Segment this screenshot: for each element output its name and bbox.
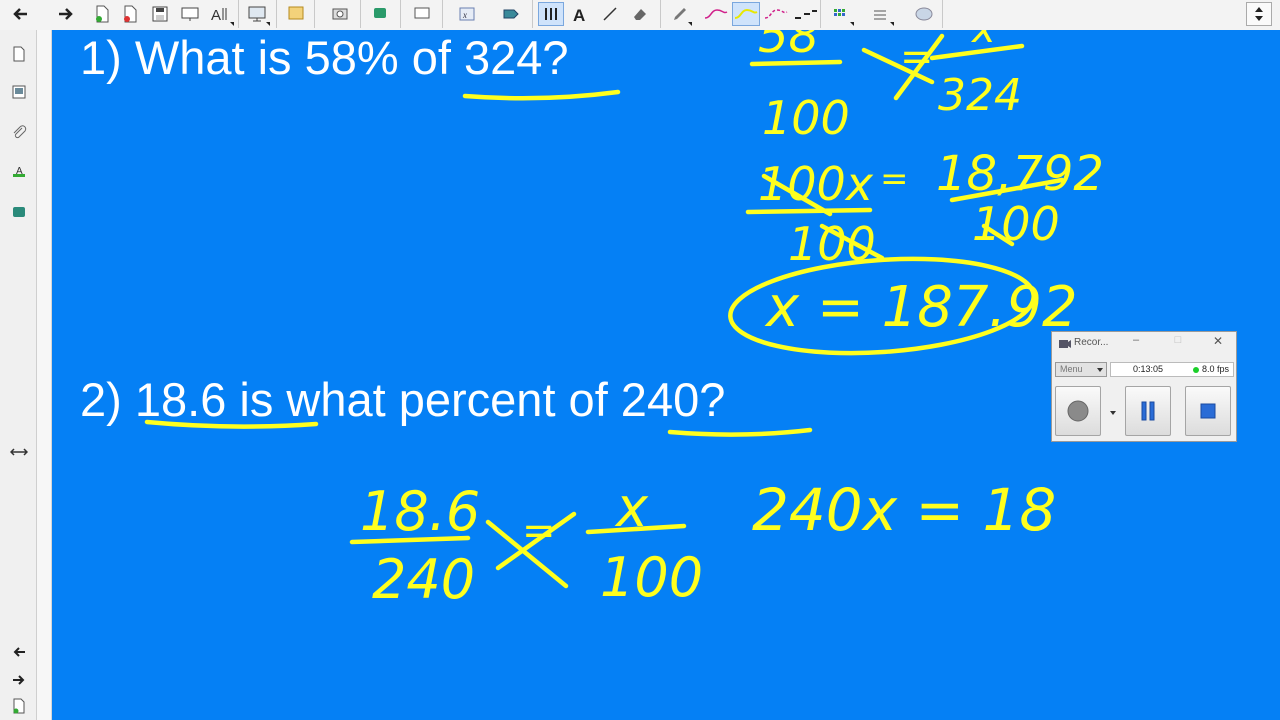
back-arrow-icon[interactable] — [8, 2, 32, 26]
save-icon[interactable] — [148, 2, 172, 26]
p2-right-fraction-bar — [585, 523, 687, 535]
pen-icon[interactable] — [668, 2, 692, 26]
grid-icon[interactable] — [828, 2, 854, 26]
select-icon[interactable] — [538, 2, 564, 26]
properties-icon[interactable]: A — [7, 160, 31, 184]
recorder-app-icon — [1059, 340, 1071, 348]
menu-dropdown[interactable]: Menu — [1055, 362, 1107, 377]
p1-step-left-bar — [745, 207, 873, 215]
underline-18-6-is — [144, 419, 319, 429]
p2-step: 240x = 18 — [752, 476, 1056, 544]
display-icon[interactable] — [244, 2, 270, 26]
underline-240 — [667, 427, 813, 437]
record-button[interactable] — [1055, 386, 1116, 436]
screen-shade-icon[interactable] — [178, 2, 202, 26]
p1-step-equals: = — [880, 159, 909, 199]
main-toolbar: A x A — [0, 0, 1280, 31]
magenta-line-icon[interactable] — [702, 2, 730, 26]
fps-readout: 8.0 fps — [1202, 364, 1230, 374]
p2-numerator: 18.6 — [360, 480, 480, 543]
fill-icon[interactable] — [912, 2, 936, 26]
minimize-button[interactable]: – — [1126, 334, 1146, 346]
recorder-title: Recor... — [1074, 337, 1109, 348]
attachments-icon[interactable] — [7, 120, 31, 144]
add-ons-icon[interactable] — [7, 200, 31, 224]
stop-button[interactable] — [1185, 386, 1231, 436]
text-tool-icon[interactable]: A — [568, 2, 592, 26]
svg-text:A: A — [573, 6, 585, 22]
panel-splitter[interactable] — [37, 30, 52, 720]
p1-step-divisor-right: 100 — [972, 197, 1060, 251]
gallery-icon[interactable] — [7, 80, 31, 104]
camera-icon[interactable] — [328, 2, 352, 26]
pause-button[interactable] — [1125, 386, 1171, 436]
scroll-arrow-icon[interactable] — [1246, 2, 1272, 26]
p2-denominator: 240 — [372, 548, 475, 611]
resize-arrows-icon[interactable] — [7, 440, 31, 464]
elapsed-time: 0:13:05 — [1133, 364, 1164, 374]
color-swatch-icon[interactable] — [868, 2, 894, 26]
forward-arrow-icon[interactable] — [54, 2, 78, 26]
window-icon[interactable] — [410, 2, 434, 26]
eraser-icon[interactable] — [628, 2, 652, 26]
p1-denominator: 100 — [762, 91, 850, 145]
chevron-down-icon[interactable] — [1110, 411, 1116, 415]
maximize-button[interactable]: □ — [1168, 334, 1188, 346]
yellow-highlighter-icon[interactable] — [732, 2, 760, 26]
add-page-icon[interactable] — [7, 694, 31, 718]
svg-text:A: A — [211, 7, 221, 23]
delete-page-icon[interactable] — [118, 2, 142, 26]
new-page-icon[interactable] — [90, 2, 114, 26]
menu-label: Menu — [1060, 364, 1083, 374]
forward-arrow-icon[interactable] — [7, 668, 31, 692]
shapes-icon[interactable] — [498, 2, 524, 26]
back-arrow-icon[interactable] — [7, 640, 31, 664]
p1-left-fraction-bar — [749, 59, 843, 67]
checklist-icon[interactable] — [284, 2, 308, 26]
p1-step-right: 18,792 — [936, 146, 1104, 202]
p1-numerator: 58 — [758, 30, 819, 64]
svg-text:A: A — [16, 166, 23, 177]
dashed-line-icon[interactable] — [762, 2, 790, 26]
status-bar: 0:13:05 8.0 fps — [1110, 362, 1234, 377]
pause-icon — [1141, 401, 1155, 421]
chevron-down-icon — [1097, 368, 1103, 372]
math-icon[interactable]: x — [454, 2, 480, 26]
text-recognition-icon[interactable]: A — [208, 2, 234, 26]
add-on-icon[interactable] — [368, 2, 392, 26]
stop-icon — [1200, 403, 1216, 419]
underline-324 — [462, 89, 621, 101]
dash-dot-line-icon[interactable] — [792, 2, 820, 26]
page-sorter-icon[interactable] — [7, 42, 31, 66]
recorder-window: Recor... – □ ✕ Menu 0:13:05 8.0 fps — [1051, 331, 1237, 442]
line-icon[interactable] — [598, 2, 622, 26]
svg-text:x: x — [462, 10, 467, 20]
side-tab-bar: A — [0, 30, 37, 720]
p1-right-denominator: 324 — [938, 70, 1022, 121]
record-icon — [1067, 400, 1089, 422]
close-button[interactable]: ✕ — [1208, 334, 1228, 348]
p2-right-denominator: 100 — [600, 546, 703, 609]
recording-indicator-icon — [1193, 367, 1199, 373]
